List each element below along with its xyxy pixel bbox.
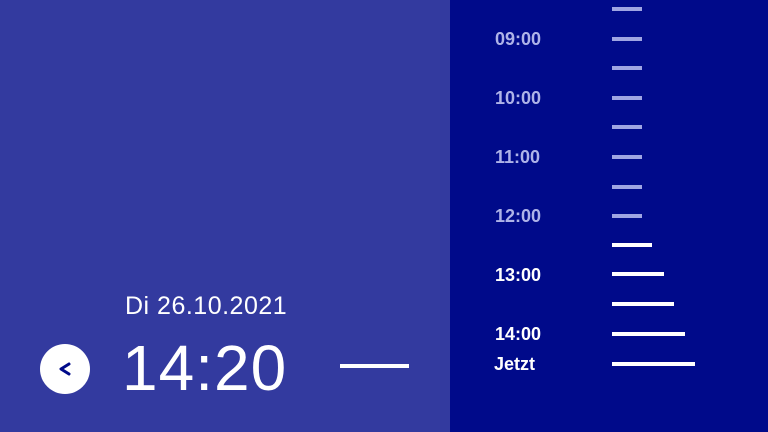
timeline-tick: [612, 7, 642, 11]
current-time: 14:20: [122, 332, 288, 404]
time-panel: Di 26.10.2021 14:20: [0, 0, 450, 432]
hour-label: 11:00: [495, 147, 541, 167]
now-label: Jetzt: [494, 354, 536, 374]
timeline-tick: [612, 243, 652, 247]
clock-screen: Di 26.10.2021 14:20 09:00 10:00 11:00 12:00…: [0, 0, 768, 432]
timeline-tick: [612, 214, 642, 218]
timeline-tick: [612, 37, 642, 41]
timeline-tick: [612, 155, 642, 159]
chevron-left-icon: [59, 362, 71, 376]
timeline-tick: [612, 66, 642, 70]
hour-label: 13:00: [495, 265, 542, 285]
timeline-tick: [612, 96, 642, 100]
current-date: Di 26.10.2021: [125, 292, 288, 320]
timeline-tick: [612, 362, 695, 366]
timeline-tick: [612, 302, 674, 306]
hour-label: 14:00: [495, 324, 542, 344]
timeline-tick: [612, 125, 642, 129]
back-button[interactable]: [40, 344, 90, 394]
timeline-tick: [612, 272, 664, 276]
current-time-indicator: [340, 364, 409, 368]
hour-label: 12:00: [495, 206, 542, 226]
timeline-panel: 09:00 10:00 11:00 12:00 13:00 14:00 Jetzt: [450, 0, 768, 432]
hour-label: 09:00: [495, 29, 542, 49]
timeline-tick: [612, 185, 642, 189]
hour-label: 10:00: [495, 88, 542, 108]
timeline-tick: [612, 332, 685, 336]
